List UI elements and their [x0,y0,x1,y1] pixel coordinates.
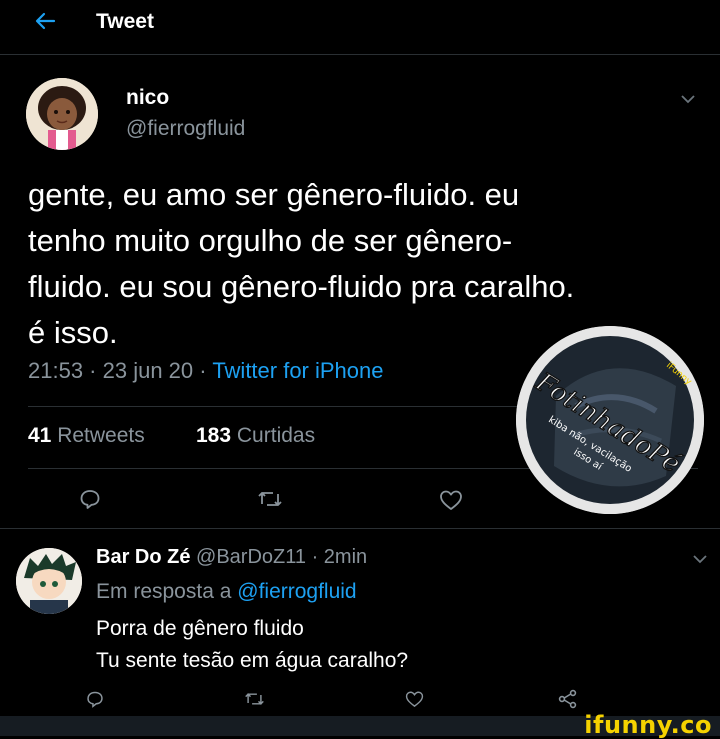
reply-author-name[interactable]: Bar Do Zé [96,546,190,568]
avatar-image [26,78,98,150]
retweet-icon[interactable] [257,489,283,509]
reply-author-handle[interactable]: @BarDoZ11 [196,546,306,568]
reply-icon[interactable] [86,690,104,708]
likes-count: 183 [196,424,232,447]
reply-header: Bar Do Zé @BarDoZ11 · 2min [96,546,368,568]
avatar-image [16,548,82,614]
watermark-image: FotinhadoPé kiba não, vacilação isso aí … [516,326,704,514]
tweet-text-line: fluido. eu sou gênero-fluido pra caralho… [28,269,575,304]
retweets-stat[interactable]: 41 Retweets [28,424,145,448]
chevron-down-icon[interactable] [680,94,696,104]
retweets-label: Retweets [57,424,145,447]
tweet-text-line: gente, eu amo ser gênero-fluido. eu [28,177,520,212]
reply-text-line: Porra de gênero fluido [96,617,304,640]
chevron-down-icon[interactable] [692,554,708,564]
avatar[interactable] [26,78,98,150]
likes-stat[interactable]: 183 Curtidas [196,424,315,448]
divider [0,54,720,55]
retweet-icon[interactable] [244,691,265,707]
divider [0,528,720,529]
reply-time: 2min [323,546,368,568]
author-handle[interactable]: @fierrogfluid [126,117,245,141]
reply-text-line: Tu sente tesão em água caralho? [96,649,409,672]
share-icon[interactable] [558,689,578,709]
reply-context-prefix: Em resposta a [96,580,232,603]
reply-context: Em resposta a @fierrogfluid [96,580,357,604]
reply-icon[interactable] [79,488,101,510]
avatar[interactable] [16,548,82,614]
page-title: Tweet [96,10,154,33]
tweet-source-link[interactable]: Twitter for iPhone [212,358,383,383]
likes-label: Curtidas [236,424,316,447]
tweet-text-line: tenho muito orgulho de ser gênero- [28,223,513,258]
tweet-date: 23 jun 20 [102,358,194,383]
reply-context-handle[interactable]: @fierrogfluid [237,580,356,603]
back-arrow-icon[interactable] [34,10,56,32]
retweets-count: 41 [28,424,52,447]
ifunny-logo: ifunny.co [584,711,712,739]
like-icon[interactable] [405,690,424,708]
author-name[interactable]: nico [126,86,169,110]
like-icon[interactable] [439,489,463,511]
tweet-meta: 21:53 · 23 jun 20 · Twitter for iPhone [28,358,384,383]
watermark-sticker: FotinhadoPé kiba não, vacilação isso aí … [516,326,704,514]
tweet-time: 21:53 [28,358,84,383]
